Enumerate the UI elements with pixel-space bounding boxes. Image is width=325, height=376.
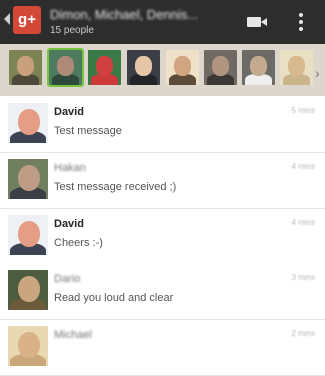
sender-name: David — [54, 106, 84, 118]
video-camera-icon[interactable] — [247, 17, 267, 27]
participant-avatar[interactable] — [242, 50, 275, 85]
message-text: Test message received ;) — [54, 181, 177, 193]
sender-name: Michael — [54, 329, 92, 341]
avatar — [8, 270, 48, 310]
message-timestamp: 4 mins — [291, 218, 315, 227]
avatar — [8, 103, 48, 143]
avatar — [8, 215, 48, 255]
message-text: Cheers :-) — [54, 237, 103, 249]
participant-avatar[interactable] — [88, 50, 121, 85]
participant-avatar[interactable] — [47, 48, 84, 87]
message-timestamp: 5 mins — [291, 106, 315, 115]
participant-avatar[interactable] — [166, 50, 199, 85]
avatar — [8, 326, 48, 366]
message-row[interactable]: David Test message 5 mins — [0, 97, 325, 153]
message-timestamp: 3 mins — [291, 273, 315, 282]
sender-name: Dario — [54, 273, 81, 285]
overflow-menu-icon[interactable] — [299, 13, 303, 31]
conversation-title: Dimon, Michael, Dennis... — [50, 7, 199, 22]
participant-avatar[interactable] — [127, 50, 160, 85]
message-text: Test message — [54, 125, 122, 137]
avatar — [8, 159, 48, 199]
sender-name: David — [54, 218, 84, 230]
chevron-right-icon[interactable]: › — [315, 65, 320, 81]
message-row[interactable]: David Cheers :-) 4 mins — [0, 209, 325, 265]
message-text: Read you loud and clear — [54, 292, 174, 304]
message-row[interactable]: Michael 2 mins — [0, 320, 325, 376]
sender-name: Hakan — [54, 162, 86, 174]
google-plus-logo[interactable]: g+ — [13, 6, 41, 34]
message-timestamp: 4 mins — [291, 162, 315, 171]
back-arrow-icon[interactable] — [4, 13, 10, 25]
participant-avatar[interactable] — [9, 50, 42, 85]
message-row[interactable]: Hakan Test message received ;) 4 mins — [0, 153, 325, 209]
participant-avatar[interactable] — [204, 50, 237, 85]
participant-strip: › — [0, 44, 325, 96]
message-timestamp: 2 mins — [291, 329, 315, 338]
app-header: g+ Dimon, Michael, Dennis... 15 people — [0, 0, 325, 44]
participant-count: 15 people — [50, 25, 94, 36]
message-row[interactable]: Dario Read you loud and clear 3 mins — [0, 264, 325, 320]
participant-avatar[interactable] — [280, 50, 313, 85]
